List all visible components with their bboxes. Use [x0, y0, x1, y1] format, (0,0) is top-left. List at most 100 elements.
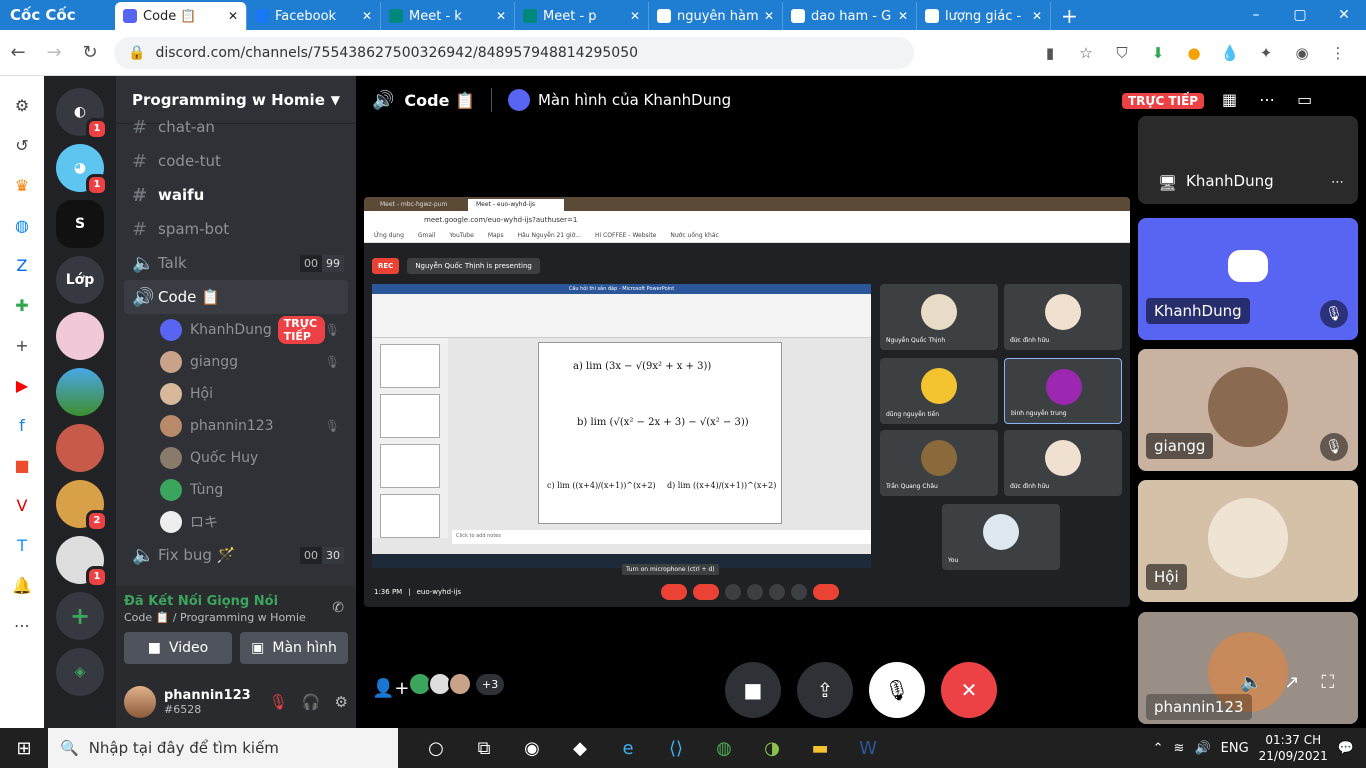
- youtube-icon[interactable]: ▶: [16, 366, 28, 406]
- settings-icon[interactable]: ⚙: [15, 86, 29, 126]
- camera-icon[interactable]: ▮: [1032, 44, 1068, 62]
- guild-icon[interactable]: ◕ 1: [56, 144, 108, 196]
- guild-icon[interactable]: 1: [56, 536, 108, 588]
- bookmark[interactable]: Nước uống khác: [670, 232, 718, 239]
- voice-user[interactable]: ロキ: [116, 506, 356, 538]
- channel-chat-an[interactable]: # chat-an: [116, 110, 356, 144]
- guild-lop[interactable]: Lớp: [56, 256, 104, 304]
- more-icon[interactable]: ⋯: [1259, 90, 1275, 109]
- meet-participant-tile[interactable]: Trần Quang Châu: [880, 430, 998, 496]
- vscode-icon[interactable]: ⟨⟩: [658, 730, 694, 766]
- clock[interactable]: 01:37 CH 21/09/2021: [1259, 732, 1328, 764]
- tab-google-3[interactable]: lượng giác - ✕: [917, 2, 1051, 30]
- channel-code-tut[interactable]: # code-tut: [116, 144, 356, 178]
- tile-phannin123[interactable]: phannin123: [1138, 612, 1358, 724]
- tab-meet-2[interactable]: Meet - p ✕: [515, 2, 649, 30]
- taskbar-search[interactable]: 🔍 Nhập tại đây để tìm kiếm: [48, 728, 398, 768]
- avatar[interactable]: [124, 686, 156, 718]
- guild-icon[interactable]: S: [56, 200, 104, 248]
- language-indicator[interactable]: ENG: [1221, 741, 1249, 756]
- tile-khanhdung[interactable]: KhanhDung 🎙: [1138, 218, 1358, 340]
- screen-share-button[interactable]: ⇪: [797, 662, 853, 718]
- tab-code[interactable]: Code 📋 ✕: [115, 2, 247, 30]
- voice-location[interactable]: Code 📋 / Programming w Homie: [124, 611, 348, 624]
- disconnect-icon[interactable]: ✆: [332, 600, 344, 616]
- forward-icon[interactable]: →: [36, 42, 72, 63]
- folder-icon[interactable]: ▬: [802, 730, 838, 766]
- guild-icon[interactable]: 2: [56, 480, 108, 532]
- new-tab-button[interactable]: +: [1051, 2, 1088, 30]
- mute-button[interactable]: 🎙: [869, 662, 925, 718]
- close-icon[interactable]: ✕: [496, 9, 506, 23]
- more-icon[interactable]: ⋯: [1331, 175, 1344, 190]
- maximize-icon[interactable]: ▢: [1278, 0, 1322, 30]
- popout-icon[interactable]: ▭: [1297, 90, 1312, 109]
- close-icon[interactable]: ✕: [764, 9, 774, 23]
- tile-hoi[interactable]: Hội: [1138, 480, 1358, 602]
- windows-start-icon[interactable]: ⊞: [0, 738, 48, 759]
- app-icon[interactable]: ◆: [562, 730, 598, 766]
- camera-button[interactable]: ■: [725, 662, 781, 718]
- bookmark[interactable]: YouTube: [449, 232, 473, 239]
- tab-google-1[interactable]: nguyên hàm ✕: [649, 2, 783, 30]
- download-icon[interactable]: ⬇: [1140, 44, 1176, 62]
- close-icon[interactable]: ✕: [898, 9, 908, 23]
- bookmark[interactable]: Hâu Nguyễn 21 giờ...: [518, 232, 581, 239]
- guild-icon[interactable]: [56, 368, 104, 416]
- back-icon[interactable]: ←: [0, 42, 36, 63]
- profile-icon[interactable]: ◉: [1284, 44, 1320, 62]
- puzzle-icon[interactable]: ✦: [1248, 44, 1284, 62]
- voice-user[interactable]: KhanhDung TRỰC TIẾP 🎙: [116, 314, 356, 346]
- guild-icon[interactable]: [56, 424, 104, 472]
- explore-icon[interactable]: ◈: [56, 648, 104, 696]
- screen-button[interactable]: ▣ Màn hình: [240, 632, 348, 664]
- crown-icon[interactable]: ♛: [15, 166, 29, 206]
- close-icon[interactable]: ✕: [362, 9, 372, 23]
- shared-screen[interactable]: Meet - mbc-hgwz-pum Meet - euo-wyhd-ijs …: [364, 197, 1130, 607]
- history-icon[interactable]: ↺: [15, 126, 28, 166]
- close-window-icon[interactable]: ✕: [1322, 0, 1366, 30]
- minimize-icon[interactable]: –: [1234, 0, 1278, 30]
- extension-icon[interactable]: ●: [1176, 44, 1212, 62]
- tab-facebook[interactable]: Facebook ✕: [247, 2, 381, 30]
- tab-meet-1[interactable]: Meet - k ✕: [381, 2, 515, 30]
- channel-waifu[interactable]: # waifu: [116, 178, 356, 212]
- tiki-icon[interactable]: T: [17, 526, 27, 566]
- drop-icon[interactable]: 💧: [1212, 44, 1248, 62]
- reload-icon[interactable]: ↻: [72, 42, 108, 63]
- notification-icon[interactable]: 💬: [1338, 741, 1354, 756]
- headphones-icon[interactable]: 🎧: [302, 693, 321, 711]
- discord-home-icon[interactable]: ◐ 1: [56, 88, 108, 140]
- star-icon[interactable]: ☆: [1068, 44, 1104, 62]
- meet-participant-tile[interactable]: Nguyễn Quốc Thịnh: [880, 284, 998, 350]
- messenger-icon[interactable]: ◍: [15, 206, 29, 246]
- popout-icon[interactable]: ↗: [1284, 672, 1299, 693]
- channel-talk[interactable]: 🔈 Talk 00 99: [116, 246, 356, 280]
- shopee-icon[interactable]: ■: [14, 446, 29, 486]
- channel-fix-bug[interactable]: 🔈 Fix bug 🪄 00 30: [116, 538, 356, 572]
- voice-user[interactable]: phannin123 🎙: [116, 410, 356, 442]
- voice-user[interactable]: giangg 🎙: [116, 346, 356, 378]
- shield-icon[interactable]: ⛉: [1104, 44, 1140, 62]
- coccoc-icon[interactable]: ◑: [754, 730, 790, 766]
- voice-user[interactable]: Tùng: [116, 474, 356, 506]
- guild-icon[interactable]: [56, 312, 104, 360]
- volume-icon[interactable]: 🔈: [1240, 672, 1262, 693]
- facebook-icon[interactable]: f: [19, 406, 25, 446]
- channel-code[interactable]: 🔊 Code 📋: [124, 280, 348, 314]
- meet-participant-tile[interactable]: dũng nguyễn tiến: [880, 358, 998, 424]
- voice-user[interactable]: Quốc Huy: [116, 442, 356, 474]
- more-icon[interactable]: ⋯: [14, 606, 30, 646]
- meet-participant-tile[interactable]: You: [942, 504, 1060, 570]
- bookmark[interactable]: Hi COFFEE - Website: [595, 232, 656, 239]
- tab-google-2[interactable]: dao ham - G ✕: [783, 2, 917, 30]
- mic-muted-icon[interactable]: 🎙: [269, 693, 288, 711]
- menu-icon[interactable]: ⋮: [1320, 44, 1356, 62]
- browser-brand[interactable]: Cốc Cốc: [0, 0, 115, 30]
- vtv-icon[interactable]: V: [17, 486, 28, 526]
- add-server-icon[interactable]: +: [56, 592, 104, 640]
- viewer-list[interactable]: +3: [408, 672, 505, 696]
- chevron-up-icon[interactable]: ⌃: [1153, 741, 1164, 756]
- edge-icon[interactable]: e: [610, 730, 646, 766]
- close-icon[interactable]: ✕: [630, 9, 640, 23]
